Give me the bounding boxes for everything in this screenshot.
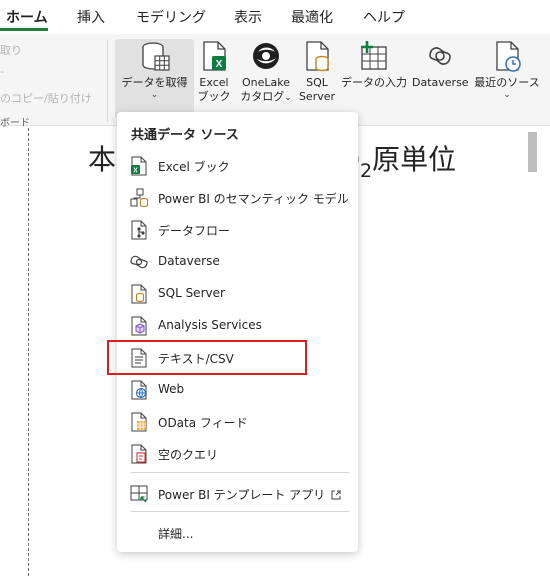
menu-item-dataverse[interactable]: Dataverse — [117, 245, 358, 277]
recent-sources-label: 最近のソース — [474, 76, 540, 89]
excel-icon: X — [197, 39, 231, 73]
menu-item-template-app[interactable]: Power BI テンプレート アプリ — [117, 477, 358, 509]
menu-item-label: Dataverse — [158, 254, 220, 268]
recent-sources-icon — [490, 39, 524, 73]
dataverse-icon — [129, 252, 149, 272]
menu-item-label: Power BI テンプレート アプリ — [158, 486, 341, 503]
menu-item-web[interactable]: Web — [117, 373, 358, 405]
table-plus-icon — [357, 39, 391, 73]
template-app-label: Power BI テンプレート アプリ — [158, 488, 326, 502]
excel-workbook-button[interactable]: X Excel ブック — [195, 39, 233, 104]
dataverse-button[interactable]: Dataverse — [412, 39, 469, 90]
menu-item-dataflow[interactable]: データフロー — [117, 213, 358, 245]
blank-query-icon — [129, 444, 149, 464]
sql-server-icon — [129, 284, 149, 304]
onelake-icon — [249, 39, 283, 73]
tab-home[interactable]: ホーム — [6, 7, 48, 27]
menu-divider — [131, 511, 349, 512]
visual-title-start: 本 — [88, 143, 117, 176]
dataflow-icon — [129, 220, 149, 240]
menu-item-blank-query[interactable]: 空のクエリ — [117, 437, 358, 469]
chevron-down-icon: ⌄ — [284, 93, 292, 103]
menu-item-label: 空のクエリ — [158, 448, 219, 462]
analysis-services-icon — [129, 316, 149, 336]
recent-sources-button[interactable]: 最近のソース ⌄ — [470, 39, 544, 100]
template-app-icon — [129, 484, 149, 504]
get-data-dropdown: 共通データ ソース X Excel ブック Power BI のセマンティック … — [117, 112, 358, 552]
menu-item-semantic-model[interactable]: Power BI のセマンティック モデル — [117, 181, 358, 213]
menu-item-more[interactable]: 詳細... — [117, 516, 358, 548]
odata-icon — [129, 412, 149, 432]
dataverse-icon — [423, 39, 457, 73]
menu-item-label: Excel ブック — [158, 160, 230, 174]
menu-item-label: SQL Server — [158, 286, 225, 300]
excel-line2: ブック — [197, 90, 231, 103]
canvas-boundary — [28, 128, 29, 576]
format-painter-button[interactable]: のコピー/貼り付け — [0, 90, 92, 106]
web-icon — [129, 380, 149, 400]
tab-optimize[interactable]: 最適化 — [291, 7, 333, 27]
dropdown-header: 共通データ ソース — [131, 128, 239, 143]
menu-item-odata-feed[interactable]: OData フィード — [117, 405, 358, 437]
external-link-icon — [331, 489, 341, 500]
chevron-down-icon: ⌄ — [503, 90, 511, 100]
more-label: 詳細... — [158, 527, 194, 541]
get-data-button[interactable]: データを取得 ⌄ — [115, 39, 194, 118]
group-divider — [107, 40, 108, 122]
svg-text:X: X — [216, 59, 223, 70]
semantic-model-icon — [129, 188, 149, 208]
menu-divider — [131, 472, 349, 473]
excel-line1: Excel — [199, 76, 229, 89]
tab-view[interactable]: 表示 — [234, 7, 262, 27]
enter-data-button[interactable]: データの入力 — [338, 39, 410, 90]
onelake-line1: OneLake — [241, 76, 290, 89]
tab-modeling[interactable]: モデリング — [136, 7, 206, 27]
dataverse-label: Dataverse — [412, 76, 469, 89]
copy-button[interactable]: - — [0, 65, 4, 78]
menu-item-label: Web — [158, 382, 185, 396]
title-subscript: 2 — [360, 160, 373, 182]
ribbon-tab-bar: ホーム 挿入 モデリング 表示 最適化 ヘルプ — [0, 0, 550, 34]
menu-item-excel-workbook[interactable]: X Excel ブック — [117, 149, 358, 181]
enter-data-label: データの入力 — [341, 76, 407, 89]
tab-insert[interactable]: 挿入 — [77, 7, 105, 27]
svg-text:X: X — [133, 168, 138, 175]
menu-item-sql-server[interactable]: SQL Server — [117, 277, 358, 309]
sql-line1: SQL — [306, 76, 328, 89]
onelake-line2: カタログ — [240, 90, 285, 103]
onelake-catalog-button[interactable]: OneLake カタログ⌄ — [235, 39, 297, 105]
active-tab-indicator — [0, 28, 48, 31]
onelake-line2-wrap: カタログ⌄ — [235, 90, 297, 105]
title-fragment-suffix: 原単位 — [372, 143, 457, 176]
sql-server-icon — [300, 39, 334, 73]
scrollbar-thumb[interactable] — [528, 132, 537, 172]
menu-item-label: Analysis Services — [158, 318, 262, 332]
menu-item-label: OData フィード — [158, 416, 248, 430]
menu-item-analysis-services[interactable]: Analysis Services — [117, 309, 358, 341]
sql-line2: Server — [298, 90, 336, 103]
cut-button[interactable]: 取り — [0, 42, 22, 58]
highlight-annotation — [107, 340, 307, 375]
sql-server-button[interactable]: SQL Server — [298, 39, 336, 104]
get-data-label: データを取得 — [121, 76, 188, 89]
chevron-down-icon: ⌄ — [150, 90, 159, 100]
clipboard-group-label: ボード — [0, 118, 30, 129]
tab-help[interactable]: ヘルプ — [363, 7, 405, 27]
menu-item-label: データフロー — [158, 224, 231, 238]
database-icon — [138, 39, 172, 73]
excel-icon: X — [129, 156, 149, 176]
menu-item-label: Power BI のセマンティック モデル — [158, 192, 349, 206]
